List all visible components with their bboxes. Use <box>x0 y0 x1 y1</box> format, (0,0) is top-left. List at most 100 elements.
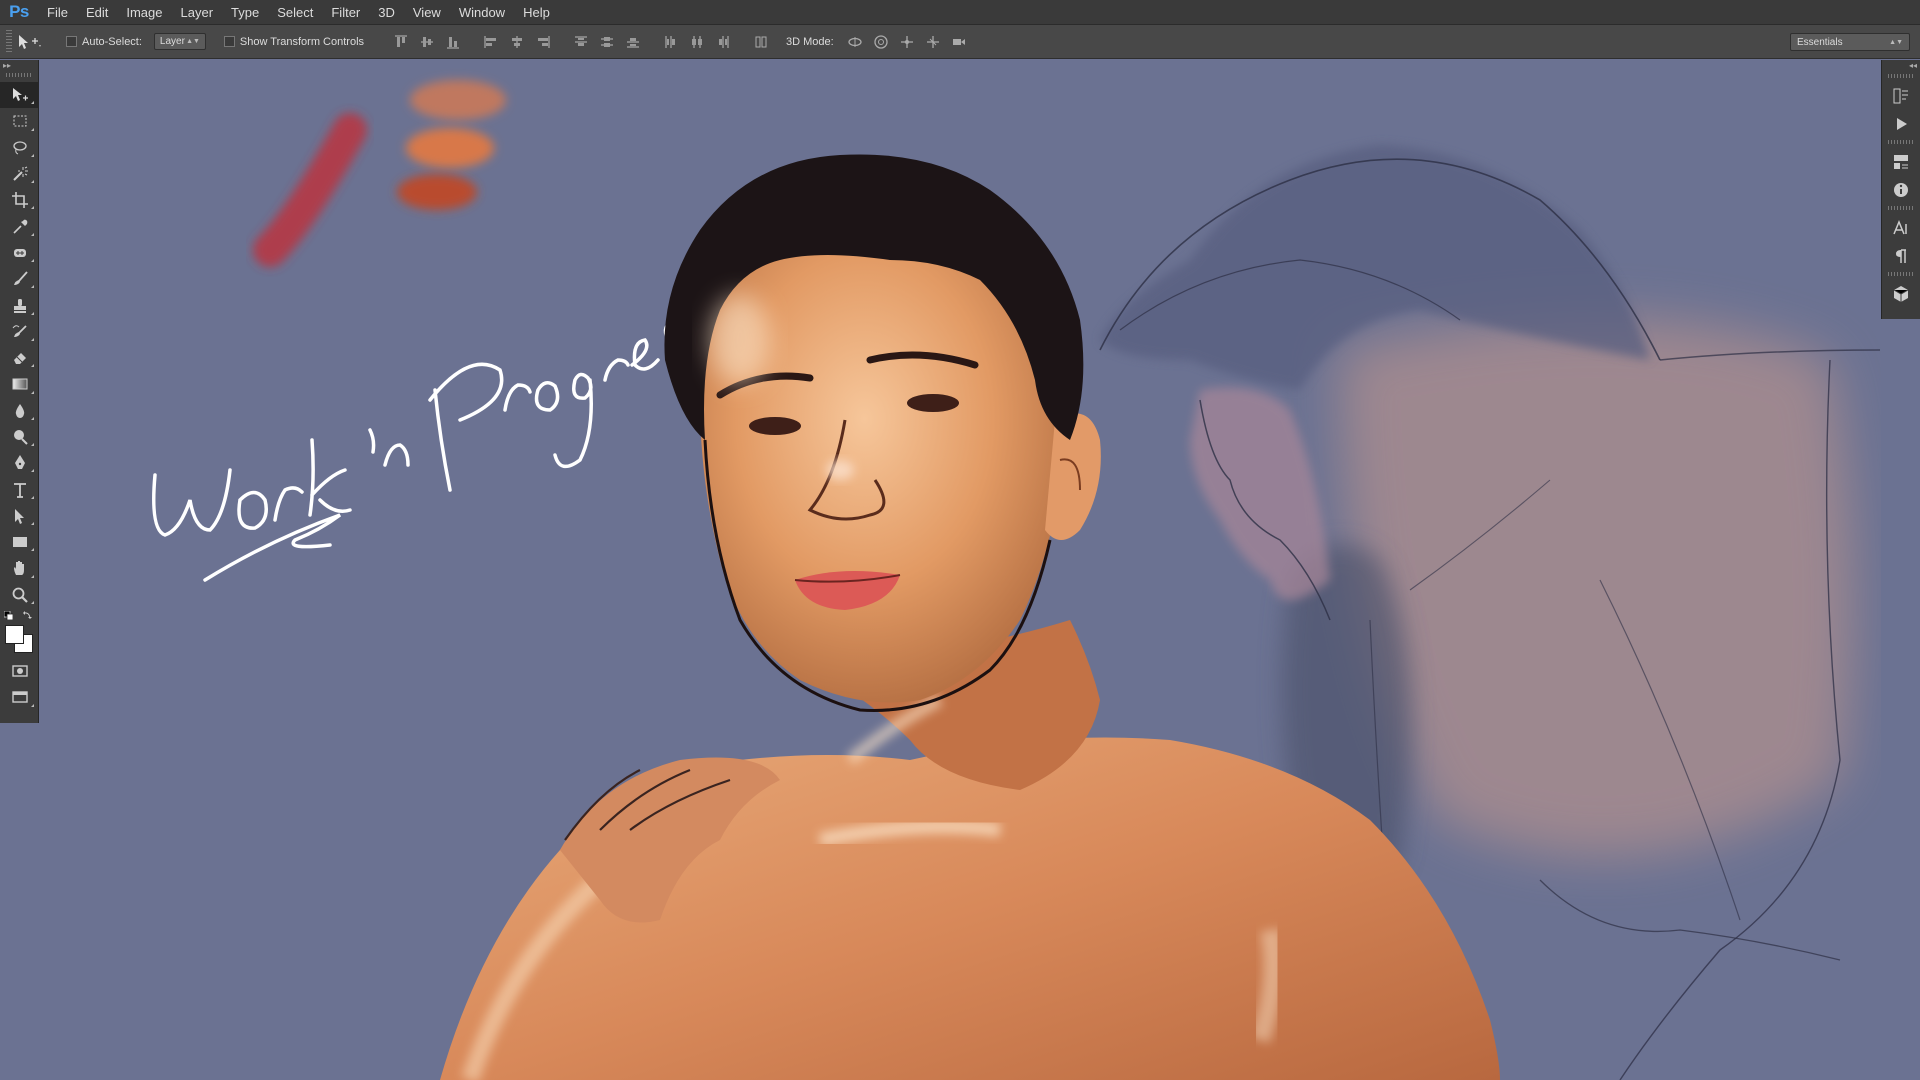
history-panel-button[interactable] <box>1882 82 1920 110</box>
spot-healing-brush-tool[interactable] <box>0 240 39 266</box>
rectangular-marquee-icon <box>13 115 26 127</box>
align-right-edges-button[interactable] <box>532 30 554 54</box>
distribute-bottom-button[interactable] <box>622 30 644 54</box>
rectangle-shape-icon <box>12 537 27 548</box>
gradient-tool[interactable] <box>0 371 39 397</box>
hand-icon <box>13 561 24 576</box>
dock-grip[interactable] <box>1888 140 1914 144</box>
show-transform-controls-label: Show Transform Controls <box>239 35 365 48</box>
dodge-tool[interactable] <box>0 424 39 450</box>
eyedropper-icon <box>12 219 27 234</box>
menu-edit[interactable]: Edit <box>77 0 117 25</box>
quick-mask-icon <box>11 665 28 677</box>
distribute-left-button[interactable] <box>660 30 682 54</box>
dock-grip[interactable] <box>1888 206 1914 210</box>
align-top-edges-icon <box>395 35 408 47</box>
dropdown-arrows-icon: ▲▼ <box>1889 38 1903 46</box>
auto-select-target-dropdown[interactable]: Layer ▲▼ <box>153 33 206 50</box>
scale-3d-button[interactable] <box>948 30 970 54</box>
3d-panel-button[interactable] <box>1882 280 1920 308</box>
swap-colors-icon[interactable] <box>22 610 32 620</box>
distribute-horizontal-centers-button[interactable] <box>686 30 708 54</box>
distribute-vertical-centers-button[interactable] <box>596 30 618 54</box>
slide-3d-button[interactable] <box>922 30 944 54</box>
blur-icon <box>15 403 24 418</box>
menu-filter[interactable]: Filter <box>322 0 369 25</box>
align-bottom-edges-button[interactable] <box>442 30 464 54</box>
menu-help[interactable]: Help <box>514 0 559 25</box>
brush-icon <box>13 271 28 286</box>
dock-grip[interactable] <box>1888 272 1914 276</box>
menu-view[interactable]: View <box>404 0 450 25</box>
quick-mask-mode[interactable] <box>0 658 39 684</box>
auto-align-layers-button[interactable] <box>750 30 772 54</box>
screen-mode[interactable] <box>0 684 39 710</box>
rectangle-tool[interactable] <box>0 529 39 555</box>
auto-select-checkbox[interactable] <box>66 36 77 47</box>
paragraph-panel-button[interactable] <box>1882 242 1920 270</box>
auto-align-layers-icon <box>755 36 767 47</box>
scale-3d-icon <box>952 38 965 45</box>
character-panel-icon <box>1893 220 1907 235</box>
distribute-top-button[interactable] <box>570 30 592 54</box>
color-swatches <box>0 608 38 658</box>
eyedropper-tool[interactable] <box>0 213 39 239</box>
drag-3d-button[interactable] <box>896 30 918 54</box>
history-brush-tool[interactable] <box>0 319 39 345</box>
menu-window[interactable]: Window <box>450 0 514 25</box>
options-bar: Auto-Select: Layer ▲▼ Show Transform Con… <box>0 25 1920 59</box>
blur-tool[interactable] <box>0 398 39 424</box>
distribute-right-button[interactable] <box>712 30 734 54</box>
lasso-icon <box>12 141 27 155</box>
align-horizontal-centers-button[interactable] <box>506 30 528 54</box>
show-transform-controls-checkbox[interactable] <box>223 36 235 47</box>
distribute-horizontal-centers-icon <box>692 35 703 48</box>
dock-grip[interactable] <box>1888 74 1914 78</box>
align-top-edges-button[interactable] <box>390 30 412 54</box>
rectangular-marquee-tool[interactable] <box>0 108 39 134</box>
properties-panel-button[interactable] <box>1882 148 1920 176</box>
menu-3d[interactable]: 3D <box>369 0 404 25</box>
zoom-tool[interactable] <box>0 582 39 608</box>
character-panel-button[interactable] <box>1882 214 1920 242</box>
move-tool[interactable] <box>0 82 39 109</box>
menu-file[interactable]: File <box>38 0 77 25</box>
toolbar-collapse-icon[interactable]: ▸▸ <box>0 60 38 72</box>
distribute-vertical-centers-icon <box>601 36 614 47</box>
dock-expand-icon[interactable]: ◂◂ <box>1882 60 1920 72</box>
default-colors-icon[interactable] <box>4 610 13 620</box>
dropdown-arrows-icon: ▲▼ <box>186 38 200 45</box>
magic-wand-tool[interactable] <box>0 161 39 187</box>
roll-3d-button[interactable] <box>870 30 892 54</box>
tool-preset-picker[interactable] <box>16 30 56 54</box>
toolbar-grip[interactable] <box>6 73 32 77</box>
menu-bar: Ps File Edit Image Layer Type Select Fil… <box>0 0 1920 25</box>
document-canvas[interactable] <box>40 60 1881 1080</box>
info-panel-button[interactable] <box>1882 176 1920 204</box>
rotate-3d-button[interactable] <box>844 30 866 54</box>
menu-image[interactable]: Image <box>117 0 171 25</box>
align-vertical-centers-icon <box>421 36 434 47</box>
path-selection-tool[interactable] <box>0 503 39 529</box>
pen-tool[interactable] <box>0 450 39 476</box>
eraser-tool[interactable] <box>0 345 39 371</box>
tools-panel: ▸▸ <box>0 60 39 723</box>
actions-panel-button[interactable] <box>1882 110 1920 138</box>
align-left-edges-icon <box>484 35 497 48</box>
slide-3d-icon <box>926 35 939 48</box>
brush-tool[interactable] <box>0 266 39 292</box>
options-bar-grip[interactable] <box>6 29 12 54</box>
align-left-edges-button[interactable] <box>480 30 502 54</box>
menu-type[interactable]: Type <box>222 0 268 25</box>
clone-stamp-tool[interactable] <box>0 292 39 318</box>
hand-tool[interactable] <box>0 555 39 581</box>
workspace-switcher[interactable]: Essentials ▲▼ <box>1790 33 1910 51</box>
type-tool[interactable] <box>0 476 39 502</box>
crop-tool[interactable] <box>0 187 39 213</box>
menu-select[interactable]: Select <box>268 0 322 25</box>
lasso-tool[interactable] <box>0 135 39 161</box>
menu-layer[interactable]: Layer <box>172 0 223 25</box>
align-vertical-centers-button[interactable] <box>416 30 438 54</box>
foreground-color-swatch[interactable] <box>5 624 24 644</box>
auto-select-target-value: Layer <box>159 36 185 47</box>
